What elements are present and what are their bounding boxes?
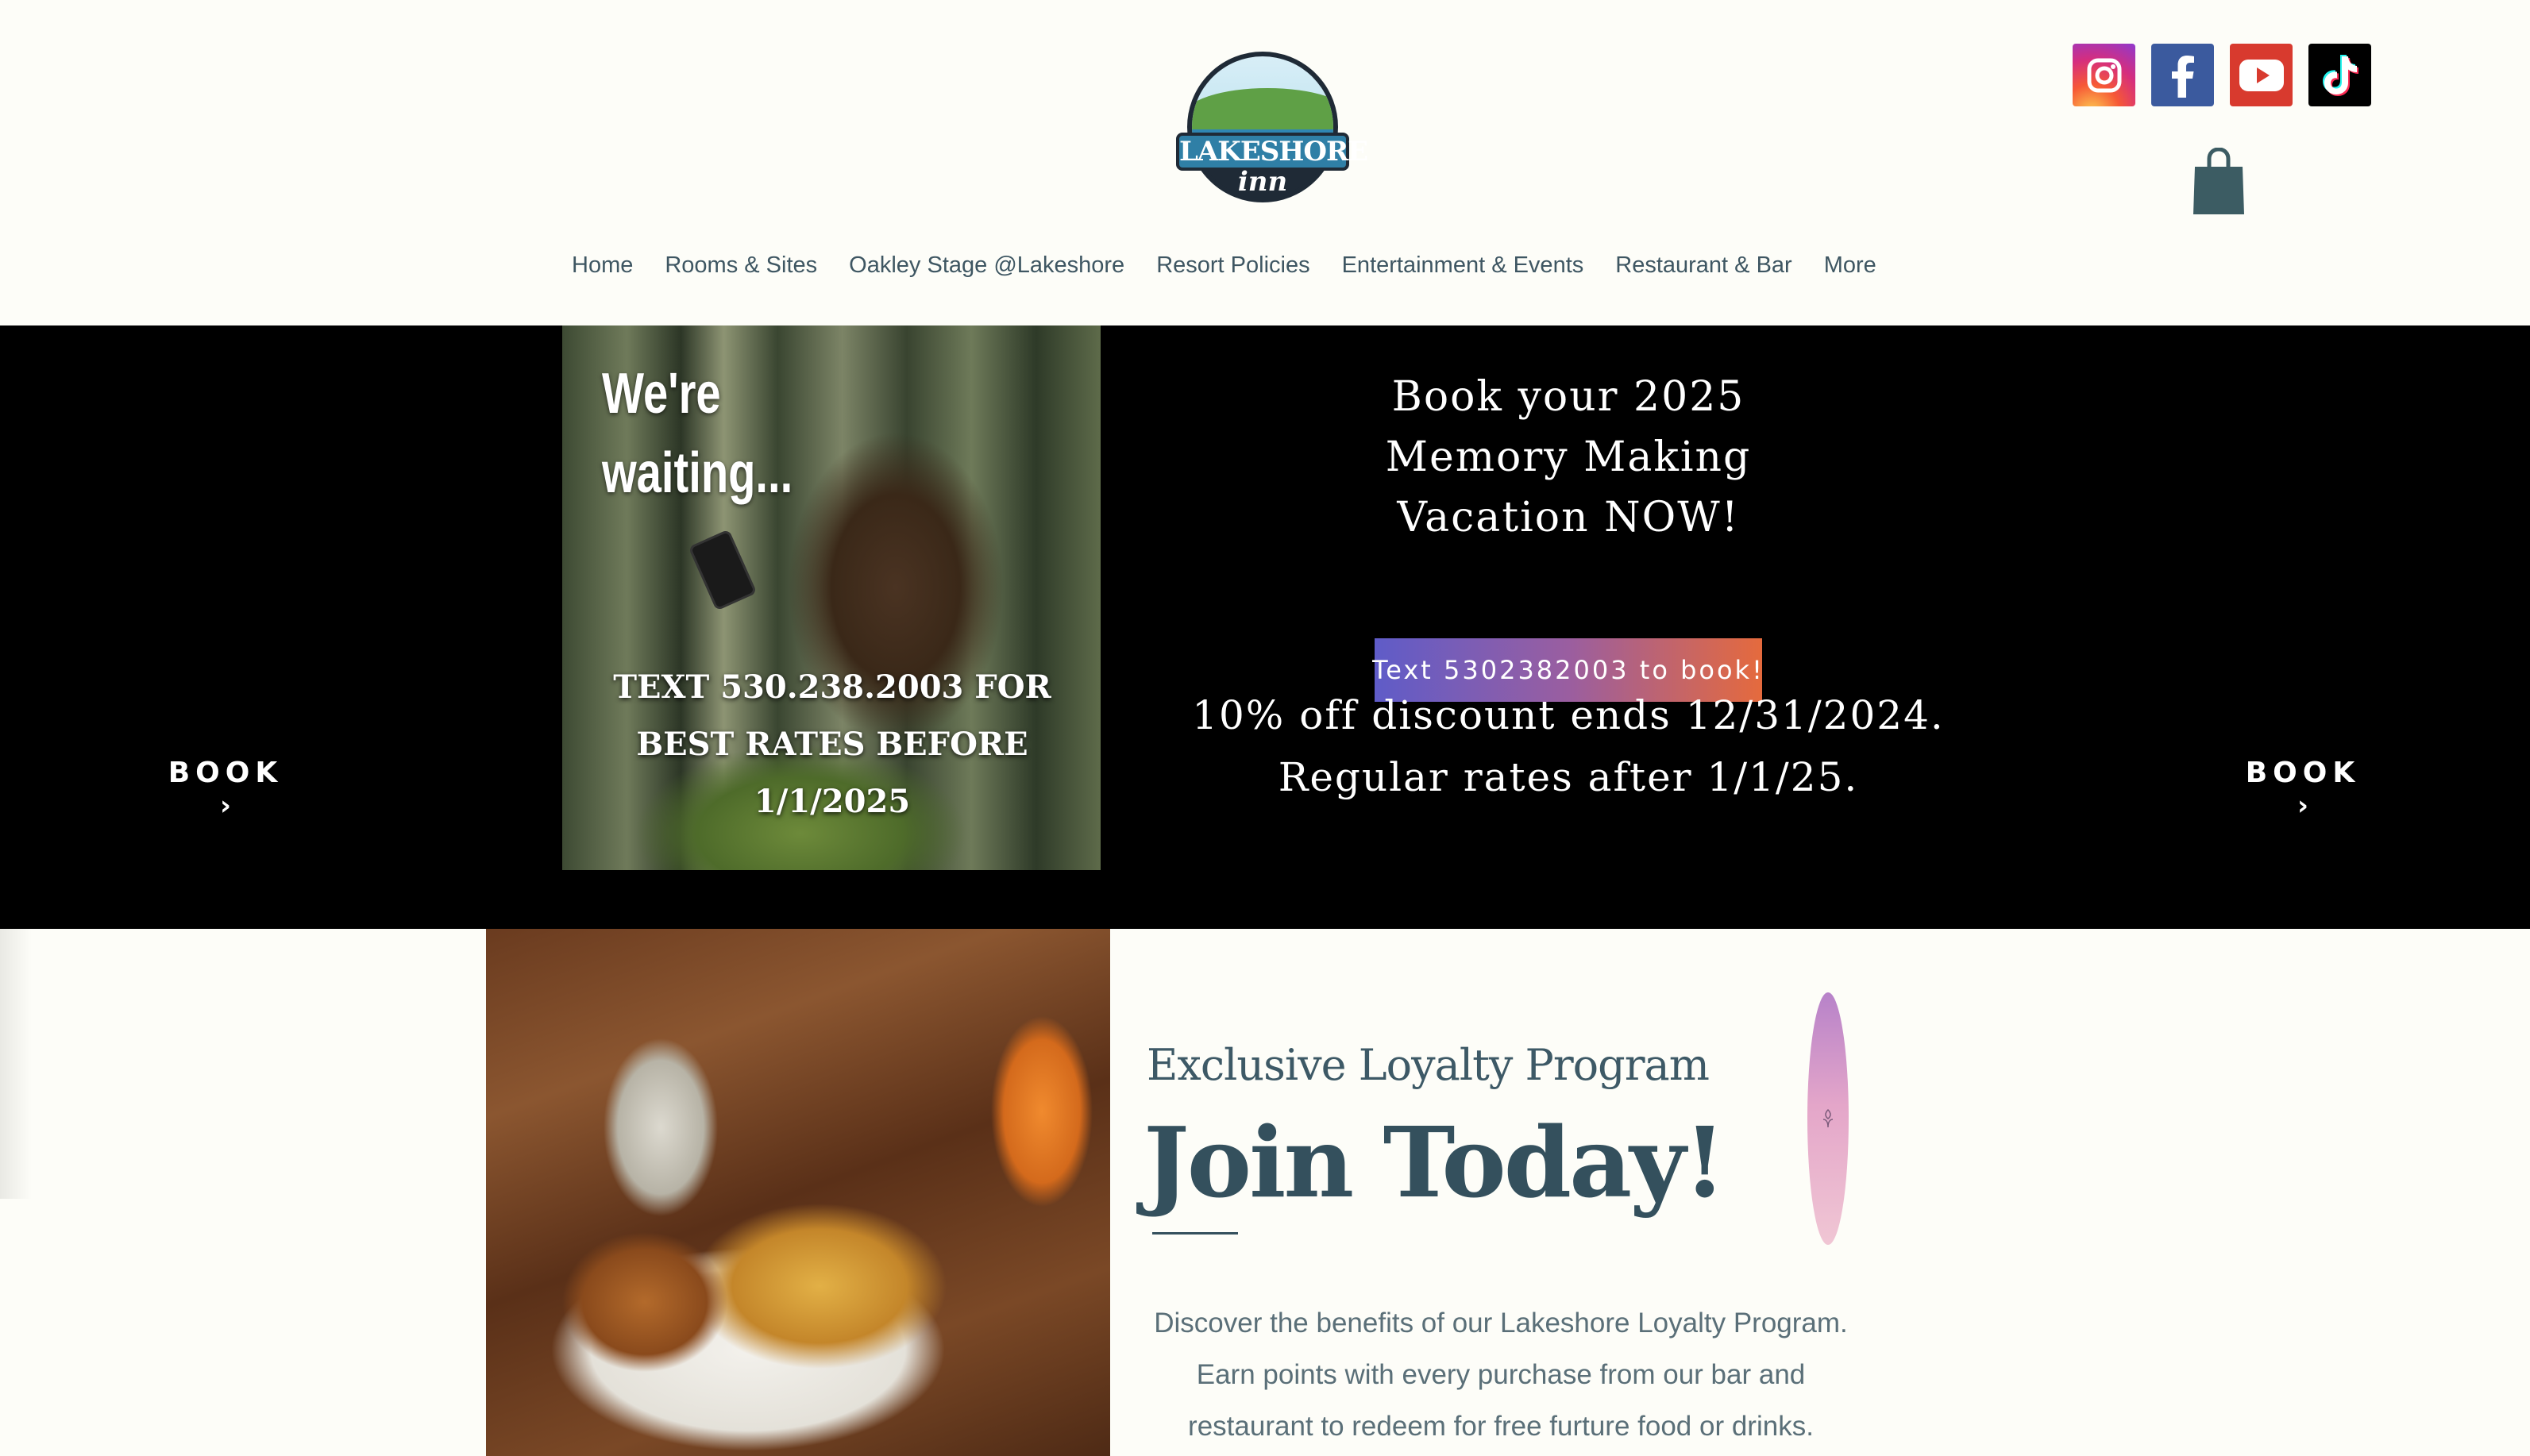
chevron-right-icon: ›: [2297, 790, 2308, 822]
image-rates-line-1: TEXT 530.238.2003 FOR: [613, 668, 1051, 706]
promo-line-3: Vacation NOW!: [1397, 494, 1740, 541]
image-rates-caption: TEXT 530.238.2003 FOR BEST RATES BEFORE …: [594, 659, 1070, 830]
chevron-right-icon: ›: [219, 790, 231, 822]
book-button-right[interactable]: BOOK ›: [2223, 757, 2382, 822]
logo-badge: LAKESHORE inn: [1176, 50, 1368, 209]
loyalty-title: Join Today!: [1144, 1105, 1726, 1219]
nav-oakley-stage[interactable]: Oakley Stage @Lakeshore: [833, 246, 1140, 285]
facebook-icon[interactable]: [2151, 44, 2214, 106]
nav-restaurant-bar[interactable]: Restaurant & Bar: [1599, 246, 1807, 285]
book-button-left[interactable]: BOOK ›: [146, 757, 305, 822]
site-header: LAKESHORE inn Home Rooms & Sites Oakley …: [0, 0, 2530, 325]
logo-sub: inn: [1237, 166, 1288, 198]
waiting-line-1: We're: [602, 362, 721, 426]
promo-heading: Book your 2025 Memory Making Vacation NO…: [1302, 367, 1834, 548]
tiktok-icon[interactable]: [2308, 44, 2371, 106]
main-nav: Home Rooms & Sites Oakley Stage @Lakesho…: [556, 246, 1985, 285]
waiting-line-2: waiting...: [602, 441, 793, 505]
phone-illustration: [688, 529, 758, 611]
flower-icon: [1822, 1108, 1834, 1128]
nav-rooms-sites[interactable]: Rooms & Sites: [649, 246, 833, 285]
discount-line-1: 10% off discount ends 12/31/2024.: [1192, 692, 1945, 738]
shopping-bag-icon[interactable]: [2192, 147, 2246, 216]
promo-line-1: Book your 2025: [1391, 373, 1745, 421]
loyalty-desc-line-3: restaurant to redeem for free furture fo…: [1188, 1411, 1814, 1442]
nav-more[interactable]: More: [1808, 246, 1892, 285]
waiting-caption: We're waiting...: [602, 354, 793, 513]
site-logo[interactable]: LAKESHORE inn: [1167, 38, 1368, 221]
logo-wordmark: LAKESHORE: [1176, 133, 1368, 171]
food-photo: [486, 929, 1110, 1456]
youtube-icon[interactable]: [2230, 44, 2293, 106]
book-label: BOOK: [2245, 757, 2361, 789]
image-rates-line-3: 1/1/2025: [754, 783, 911, 820]
image-rates-line-2: BEST RATES BEFORE: [636, 726, 1028, 763]
hero-slideshow: BOOK › We're waiting... TEXT 530.238.200…: [0, 325, 2530, 929]
instagram-icon[interactable]: [2073, 44, 2135, 106]
bigfoot-promo-image: We're waiting... TEXT 530.238.2003 FOR B…: [562, 325, 1101, 870]
divider: [1152, 1232, 1238, 1235]
book-label: BOOK: [168, 757, 283, 789]
discount-notice: 10% off discount ends 12/31/2024. Regula…: [1191, 684, 1946, 808]
loyalty-desc-line-1: Discover the benefits of our Lakeshore L…: [1154, 1308, 1848, 1339]
nav-entertainment-events[interactable]: Entertainment & Events: [1326, 246, 1600, 285]
loyalty-eyebrow: Exclusive Loyalty Program: [1147, 1040, 1710, 1090]
promo-line-2: Memory Making: [1385, 433, 1752, 481]
social-bar: [2073, 44, 2371, 106]
discount-line-2: Regular rates after 1/1/25.: [1278, 754, 1859, 800]
surfboard-graphic: [1807, 992, 1849, 1245]
nav-resort-policies[interactable]: Resort Policies: [1140, 246, 1325, 285]
nav-home[interactable]: Home: [556, 246, 649, 285]
loyalty-desc-line-2: Earn points with every purchase from our…: [1196, 1359, 1806, 1390]
side-panel-edge: [0, 929, 32, 1199]
loyalty-description: Discover the benefits of our Lakeshore L…: [1136, 1297, 1866, 1452]
